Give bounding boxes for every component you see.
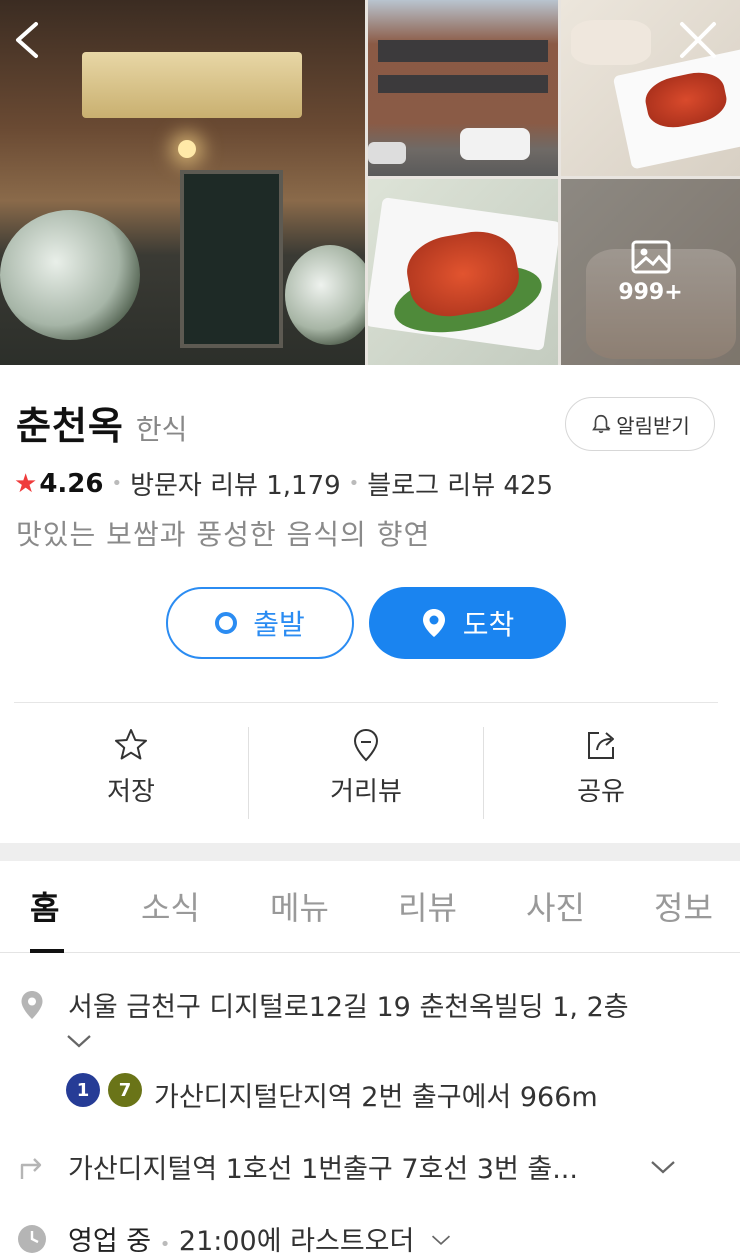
food-photo[interactable]: [368, 179, 558, 365]
turn-arrow-icon: [20, 1158, 42, 1179]
place-category: 한식: [135, 413, 188, 446]
bell-icon: [592, 414, 611, 434]
departure-dot-icon: [215, 612, 238, 634]
rating-row: ★ 4.26 • 방문자 리뷰 1,179 • 블로그 리뷰 425: [14, 465, 553, 502]
more-photos-count: 999+: [618, 279, 683, 305]
location-pin-icon: [21, 991, 43, 1019]
star-outline-icon: [115, 729, 147, 760]
close-button[interactable]: [676, 18, 720, 62]
departure-label: 출발: [253, 608, 305, 641]
tab-home[interactable]: 홈: [30, 883, 59, 929]
subway-distance-text: 가산디지털단지역 2번 출구에서 966m: [154, 1082, 598, 1113]
subway-line-1-badge: 1: [66, 1073, 100, 1107]
chevron-down-icon[interactable]: [66, 1033, 92, 1049]
share-icon: [588, 732, 614, 759]
separator-dot: •: [159, 1234, 171, 1255]
close-icon: [680, 22, 716, 58]
tab-review[interactable]: 리뷰: [398, 883, 457, 929]
share-button[interactable]: 공유: [484, 727, 718, 819]
tab-menu[interactable]: 메뉴: [270, 883, 329, 929]
action-bar: 저장 거리뷰 공유: [14, 727, 718, 819]
active-tab-indicator: [30, 949, 64, 953]
street-view-button[interactable]: 거리뷰: [249, 727, 483, 819]
save-button[interactable]: 저장: [14, 727, 248, 819]
arrival-button[interactable]: 도착: [369, 587, 566, 659]
subway-line-7-badge: 7: [108, 1073, 142, 1107]
back-button[interactable]: [6, 18, 50, 62]
directions-text: 가산디지털역 1호선 1번출구 7호선 3번 출...: [68, 1154, 578, 1185]
divider: [14, 702, 718, 703]
share-label: 공유: [577, 777, 625, 807]
arrival-label: 도착: [462, 608, 515, 641]
address-text: 서울 금천구 디지털로12길 19 춘천옥빌딩 1, 2층: [68, 992, 629, 1023]
tab-bar: 홈 소식 메뉴 리뷰 사진 정보: [0, 861, 740, 953]
photo-gallery[interactable]: 999+: [0, 0, 740, 365]
more-photos-overlay[interactable]: 999+: [561, 179, 740, 365]
tab-info[interactable]: 정보: [654, 883, 713, 929]
street-view-pin-icon: [353, 728, 379, 762]
departure-button[interactable]: 출발: [166, 587, 354, 659]
hours-text: 영업 중 • 21:00에 라스트오더: [68, 1219, 451, 1258]
main-photo[interactable]: [0, 0, 365, 365]
last-order-text: 21:00에 라스트오더: [178, 1226, 415, 1257]
section-gap: [0, 843, 740, 861]
alarm-label: 알림받기: [616, 413, 690, 438]
star-icon: ★: [14, 468, 38, 499]
subway-lines: 17: [66, 1073, 150, 1107]
location-pin-icon: [422, 609, 445, 637]
back-arrow-icon: [16, 22, 38, 58]
tab-news[interactable]: 소식: [141, 883, 200, 929]
clock-icon: [18, 1225, 46, 1253]
place-tagline: 맛있는 보쌈과 풍성한 음식의 향연: [16, 518, 431, 551]
image-icon: [631, 240, 670, 273]
place-name: 춘천옥: [16, 404, 124, 448]
title-row: 춘천옥 한식: [16, 395, 187, 450]
chevron-down-icon[interactable]: [650, 1159, 676, 1175]
tab-photo[interactable]: 사진: [526, 883, 585, 929]
hours-status: 영업 중: [68, 1226, 152, 1257]
rating-score: 4.26: [39, 468, 104, 499]
separator-dot: •: [348, 473, 360, 494]
street-view-label: 거리뷰: [330, 777, 402, 807]
visitor-review-link[interactable]: 방문자 리뷰 1,179: [130, 465, 341, 502]
save-label: 저장: [107, 777, 155, 807]
blog-review-link[interactable]: 블로그 리뷰 425: [367, 465, 553, 502]
alarm-button[interactable]: 알림받기: [565, 397, 715, 451]
chevron-down-icon[interactable]: [431, 1230, 451, 1250]
separator-dot: •: [111, 473, 123, 494]
building-photo[interactable]: [368, 0, 558, 176]
